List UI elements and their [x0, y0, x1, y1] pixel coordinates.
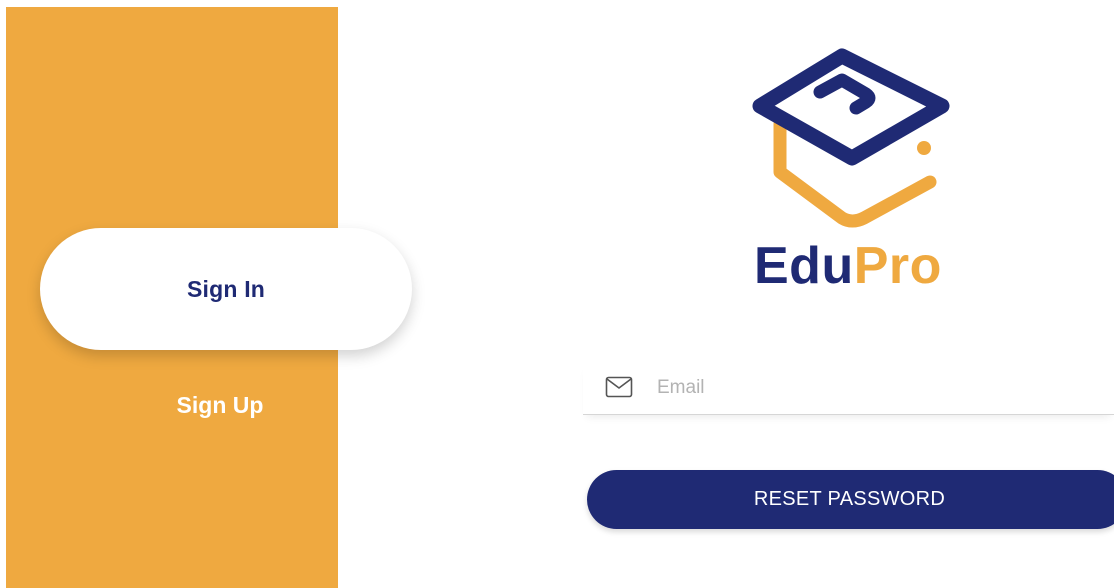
graduation-cap-icon: [752, 48, 950, 228]
email-input[interactable]: [655, 370, 1099, 406]
reset-password-button[interactable]: RESET PASSWORD: [587, 470, 1114, 529]
tab-sign-in[interactable]: Sign In: [40, 228, 412, 350]
reset-password-label: RESET PASSWORD: [753, 488, 946, 510]
brand-name-part1: Edu: [754, 237, 854, 295]
brand-name-part2: Pro: [853, 237, 942, 295]
tab-sign-up-label: Sign Up: [176, 391, 264, 418]
brand-wordmark: EduPro: [754, 236, 942, 296]
email-field-container: [583, 362, 1114, 415]
tab-sign-in-label: Sign In: [186, 275, 266, 302]
tab-sign-up[interactable]: Sign Up: [140, 383, 300, 427]
mail-icon: [605, 376, 633, 398]
